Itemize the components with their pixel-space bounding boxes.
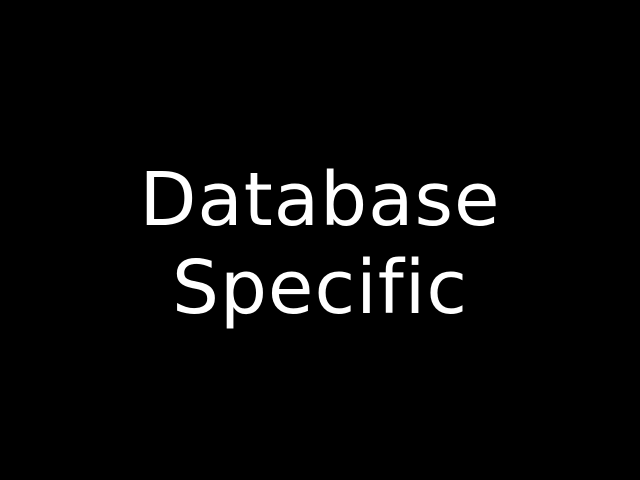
slide-title: Database Specific [139,156,500,332]
title-line-2: Specific [171,245,468,331]
slide: Database Specific [0,0,640,480]
title-line-1: Database [139,157,501,243]
